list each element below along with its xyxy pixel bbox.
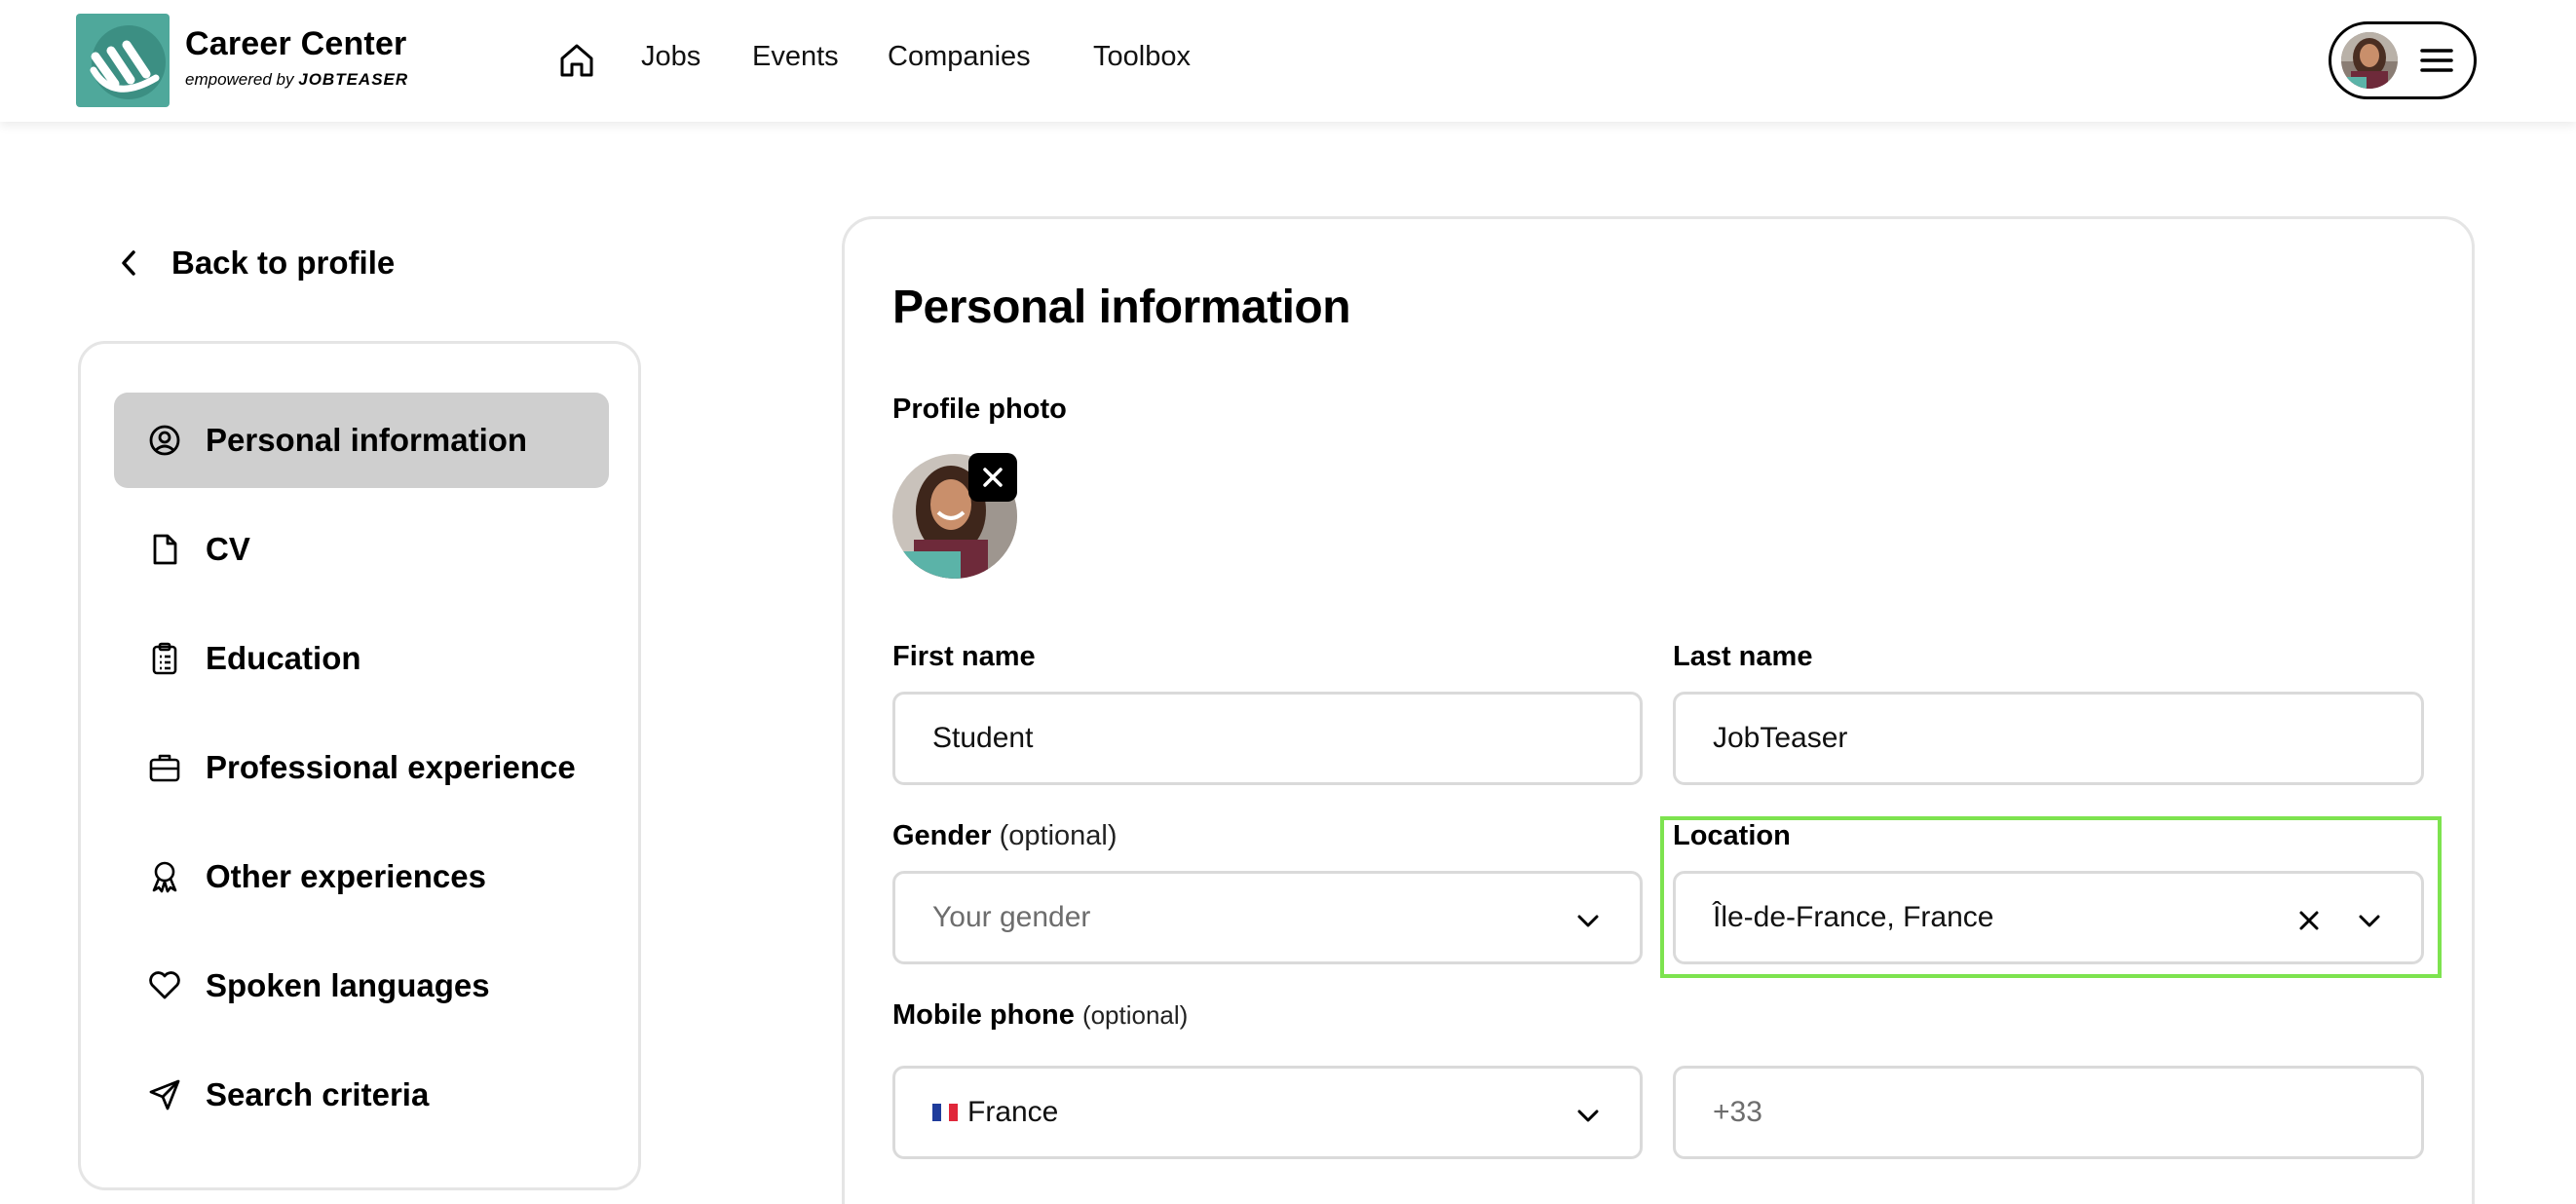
last-name-field[interactable]: JobTeaser <box>1673 692 2424 785</box>
clipboard-icon <box>147 641 182 676</box>
sidebar-item-other-experiences[interactable]: Other experiences <box>114 829 609 924</box>
remove-photo-button[interactable] <box>968 453 1017 502</box>
phone-country-select[interactable]: France <box>892 1066 1643 1159</box>
nav-companies[interactable]: Companies <box>888 41 1031 73</box>
sidebar-item-education[interactable]: Education <box>114 611 609 706</box>
close-icon <box>983 468 1003 487</box>
first-name-label: First name <box>892 641 1036 672</box>
phone-number-input[interactable]: +33 <box>1673 1066 2424 1159</box>
sidebar-item-label: Other experiences <box>206 858 486 894</box>
file-icon <box>147 532 182 567</box>
gender-select[interactable]: Your gender <box>892 871 1643 964</box>
user-menu-button[interactable] <box>2329 21 2477 99</box>
send-icon <box>147 1077 182 1112</box>
sidebar-item-label: Search criteria <box>206 1076 430 1112</box>
chevron-down-icon <box>1577 1110 1599 1122</box>
menu-icon <box>2419 46 2454 75</box>
nav-jobs[interactable]: Jobs <box>641 41 701 73</box>
sidebar-item-label: Personal information <box>206 422 528 458</box>
location-field-highlight <box>1660 816 2442 978</box>
phone-country-value: France <box>967 1096 1059 1128</box>
first-name-field[interactable]: Student <box>892 692 1643 785</box>
sidebar-item-label: CV <box>206 531 250 567</box>
sidebar-item-professional-experience[interactable]: Professional experience <box>114 720 609 815</box>
profile-sections-sidebar: Personal information CV Education Profes… <box>78 341 641 1190</box>
top-header: Career Center empowered by JOBTEASER Job… <box>0 0 2576 122</box>
back-label: Back to profile <box>171 245 396 281</box>
brand-subtitle: empowered by JOBTEASER <box>185 70 409 89</box>
brand-title: Career Center <box>185 25 407 62</box>
home-icon[interactable] <box>557 41 596 80</box>
sidebar-item-search-criteria[interactable]: Search criteria <box>114 1047 609 1143</box>
heart-icon <box>147 968 182 1003</box>
nav-events[interactable]: Events <box>752 41 839 73</box>
award-icon <box>147 859 182 894</box>
user-circle-icon <box>147 423 182 458</box>
france-flag-icon <box>932 1104 959 1121</box>
mobile-phone-label: Mobile phone (optional) <box>892 999 1189 1031</box>
avatar <box>2341 32 2398 89</box>
sidebar-item-label: Professional experience <box>206 749 576 785</box>
last-name-label: Last name <box>1673 641 1813 672</box>
sidebar-item-label: Education <box>206 640 361 676</box>
gender-label: Gender (optional) <box>892 820 1118 851</box>
gender-placeholder: Your gender <box>932 901 1091 933</box>
sidebar-item-cv[interactable]: CV <box>114 502 609 597</box>
sidebar-item-personal-information[interactable]: Personal information <box>114 393 609 488</box>
nav-toolbox[interactable]: Toolbox <box>1093 41 1191 73</box>
back-to-profile-link[interactable]: Back to profile <box>115 240 395 286</box>
chevron-down-icon <box>1577 915 1599 927</box>
sidebar-item-spoken-languages[interactable]: Spoken languages <box>114 938 609 1034</box>
page-title: Personal information <box>892 282 1351 333</box>
briefcase-icon <box>147 750 182 785</box>
chevron-left-icon <box>122 250 135 276</box>
sidebar-item-label: Spoken languages <box>206 967 490 1003</box>
career-center-logo[interactable] <box>76 14 170 107</box>
profile-photo-label: Profile photo <box>892 394 1067 425</box>
